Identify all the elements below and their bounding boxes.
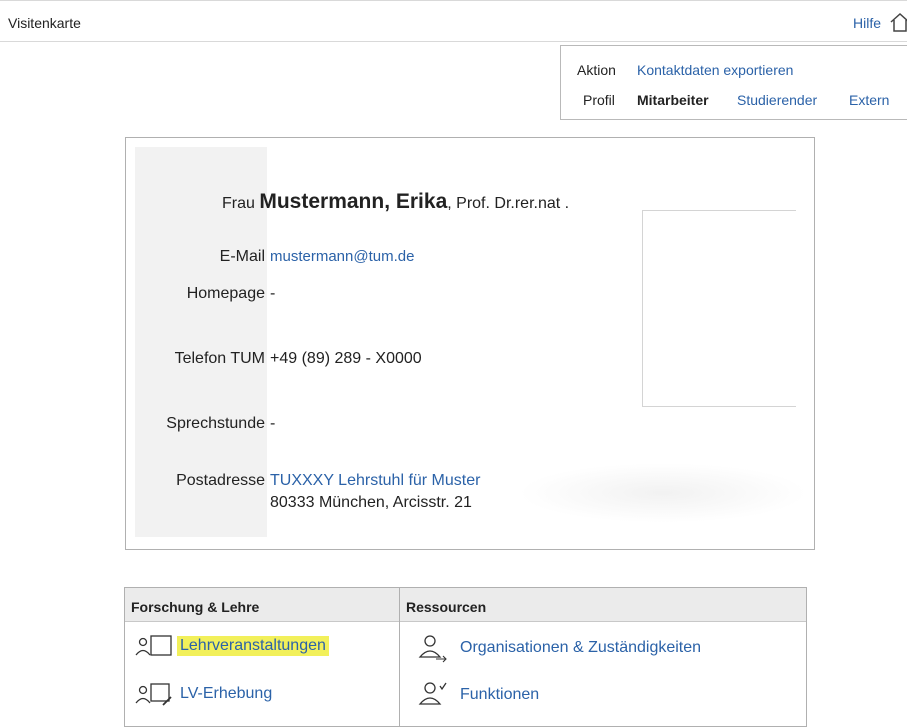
salutation: Frau [222,195,255,212]
profile-extern[interactable]: Extern [849,92,889,108]
person-name: Mustermann, Erika [259,190,448,213]
person-heading: Frau Mustermann, Erika, Prof. Dr.rer.nat… [222,190,569,214]
phone-label: Telefon TUM [174,350,265,367]
home-icon[interactable] [889,11,907,33]
consult-label: Sprechstunde [166,415,265,432]
email-label: E-Mail [219,248,265,265]
resources-panel-heading: Ressourcen [400,588,806,622]
photo-placeholder [642,210,796,407]
lv-erhebung-link[interactable]: LV-Erhebung [133,681,272,707]
homepage-value: - [270,285,276,302]
business-card: Frau Mustermann, Erika, Prof. Dr.rer.nat… [125,137,815,550]
organisationen-label: Organisationen & Zuständigkeiten [460,639,702,656]
page-title: Visitenkarte [8,15,81,31]
action-box: Aktion Kontaktdaten exportieren Profil M… [560,45,907,120]
email-link[interactable]: mustermann@tum.de [270,248,414,265]
homepage-label: Homepage [186,285,265,302]
organization-icon [418,635,447,663]
lehrveranstaltungen-link[interactable]: Lehrveranstaltungen [133,633,329,659]
help-link[interactable]: Hilfe [853,15,881,31]
person-check-icon [418,682,447,705]
profile-mitarbeiter[interactable]: Mitarbeiter [637,92,709,108]
organisationen-link[interactable]: Organisationen & Zuständigkeiten [416,633,701,663]
profile-studierender[interactable]: Studierender [737,92,817,108]
lecture-icon [135,635,172,656]
lv-erhebung-label: LV-Erhebung [180,685,273,702]
resources-panel: Ressourcen Organisationen & Zuständigkei… [399,587,807,727]
research-panel: Forschung & Lehre Lehrveranstaltungen LV… [124,587,400,727]
survey-icon [135,683,172,706]
lehrveranstaltungen-label: Lehrveranstaltungen [177,636,329,656]
person-title: , Prof. Dr.rer.nat . [447,195,570,212]
address-street: 80333 München, Arcisstr. 21 [270,494,472,511]
profil-label: Profil [583,92,615,108]
address-org-link[interactable]: TUXXXY Lehrstuhl für Muster [270,472,480,490]
phone-value: +49 (89) 289 - X0000 [270,350,422,367]
aktion-label: Aktion [577,62,616,78]
consult-value: - [270,415,276,432]
research-panel-heading: Forschung & Lehre [125,588,399,622]
funktionen-label: Funktionen [460,686,540,703]
blurred-area [518,463,808,523]
top-bar: Visitenkarte Hilfe [0,0,907,42]
address-label: Postadresse [176,472,265,489]
funktionen-link[interactable]: Funktionen [416,680,539,710]
export-contact-link[interactable]: Kontaktdaten exportieren [637,62,793,78]
